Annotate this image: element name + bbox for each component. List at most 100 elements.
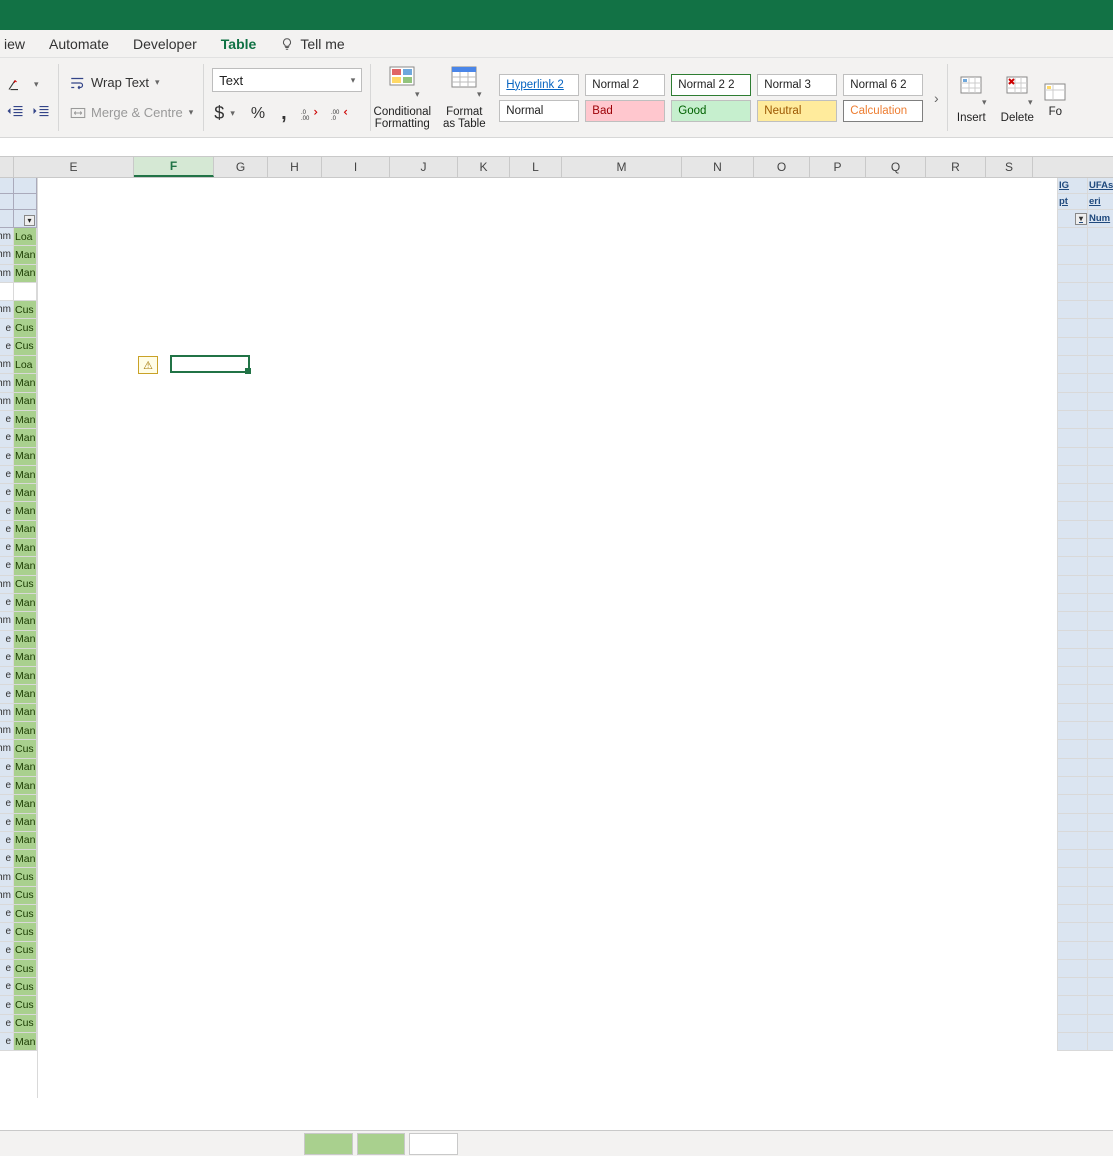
row-cell-a[interactable]: hm <box>0 868 14 886</box>
filter-icon[interactable]: ▾ <box>24 215 35 226</box>
table-cell[interactable] <box>1087 631 1113 649</box>
table-cell[interactable] <box>1087 356 1113 374</box>
table-cell[interactable] <box>1057 539 1087 557</box>
row-cell-a[interactable]: hm <box>0 301 14 319</box>
table-cell[interactable] <box>1057 576 1087 594</box>
table-cell[interactable] <box>1057 814 1087 832</box>
table-cell[interactable] <box>1087 502 1113 520</box>
table-cell[interactable] <box>1087 411 1113 429</box>
column-header-R[interactable]: R <box>926 157 986 177</box>
row-cell-a[interactable]: hm <box>0 393 14 411</box>
table-cell[interactable] <box>1057 338 1087 356</box>
row-cell-b[interactable]: Cus <box>14 942 37 960</box>
table-cell[interactable] <box>1057 265 1087 283</box>
table-cell[interactable] <box>1087 704 1113 722</box>
table-cell[interactable] <box>1057 905 1087 923</box>
row-cell-a[interactable]: e <box>0 466 14 484</box>
row-cell-b[interactable]: Man <box>14 777 37 795</box>
row-cell-b[interactable]: Cus <box>14 960 37 978</box>
row-cell-a[interactable]: e <box>0 832 14 850</box>
table-cell[interactable] <box>1087 466 1113 484</box>
table-cell[interactable] <box>1087 338 1113 356</box>
row-cell-a[interactable]: e <box>0 1033 14 1051</box>
row-cell-a[interactable]: e <box>0 942 14 960</box>
row-cell-a[interactable]: e <box>0 539 14 557</box>
table-cell[interactable] <box>1057 356 1087 374</box>
table-cell[interactable] <box>1057 667 1087 685</box>
row-cell-a[interactable]: hm <box>0 228 14 246</box>
table-cell[interactable] <box>1087 246 1113 264</box>
table-cell[interactable] <box>1087 228 1113 246</box>
row-cell-a[interactable]: hm <box>0 722 14 740</box>
row-cell-b[interactable] <box>14 283 37 301</box>
row-cell-b[interactable]: Man <box>14 484 37 502</box>
row-cell-b[interactable]: Man <box>14 795 37 813</box>
table-cell[interactable] <box>1057 649 1087 667</box>
row-cell-b[interactable]: Man <box>14 759 37 777</box>
column-header-K[interactable]: K <box>458 157 510 177</box>
table-cell[interactable] <box>1087 777 1113 795</box>
cell-styles-gallery[interactable]: Hyperlink 2 Normal Normal 2 Bad Normal 2… <box>495 58 947 137</box>
increase-decimal-icon[interactable]: .0.00 <box>301 105 319 123</box>
row-cell-a[interactable]: hm <box>0 887 14 905</box>
tell-me-search[interactable]: Tell me <box>268 32 356 56</box>
number-format-select[interactable]: Text ▾ <box>212 68 362 92</box>
increase-indent-icon[interactable] <box>32 102 50 120</box>
table-cell[interactable] <box>1057 832 1087 850</box>
chevron-down-icon[interactable]: ▾ <box>189 107 194 118</box>
row-cell-a[interactable]: e <box>0 667 14 685</box>
style-normal-2-2[interactable]: Normal 2 2 <box>671 74 751 96</box>
table-cell[interactable] <box>1057 704 1087 722</box>
tab-developer[interactable]: Developer <box>121 32 209 56</box>
frozen-header-cell[interactable]: IG <box>1057 178 1087 194</box>
row-cell-a[interactable]: e <box>0 905 14 923</box>
column-header-O[interactable]: O <box>754 157 810 177</box>
row-cell-b[interactable]: Cus <box>14 923 37 941</box>
table-cell[interactable] <box>1087 319 1113 337</box>
row-cell-a[interactable]: e <box>0 978 14 996</box>
row-cell-a[interactable]: e <box>0 814 14 832</box>
row-cell-a[interactable]: e <box>0 649 14 667</box>
table-cell[interactable] <box>1057 301 1087 319</box>
table-cell[interactable] <box>1087 887 1113 905</box>
table-cell[interactable] <box>1087 868 1113 886</box>
style-hyperlink-2[interactable]: Hyperlink 2 <box>499 74 579 96</box>
table-cell[interactable] <box>1087 960 1113 978</box>
table-cell[interactable] <box>1087 484 1113 502</box>
table-cell[interactable] <box>1087 905 1113 923</box>
comma-format-button[interactable]: , <box>279 100 289 127</box>
table-cell[interactable] <box>1057 228 1087 246</box>
table-cell[interactable] <box>1057 448 1087 466</box>
column-header-M[interactable]: M <box>562 157 682 177</box>
row-cell-a[interactable]: e <box>0 502 14 520</box>
table-cell[interactable] <box>1057 978 1087 996</box>
row-cell-b[interactable]: Man <box>14 448 37 466</box>
row-cell-b[interactable]: Man <box>14 502 37 520</box>
row-cell-b[interactable]: Man <box>14 1033 37 1051</box>
table-cell[interactable] <box>1087 265 1113 283</box>
row-cell-a[interactable]: e <box>0 557 14 575</box>
table-cell[interactable] <box>1087 1033 1113 1051</box>
column-header-H[interactable]: H <box>268 157 322 177</box>
style-normal-2[interactable]: Normal 2 <box>585 74 665 96</box>
row-cell-a[interactable]: e <box>0 319 14 337</box>
table-cell[interactable] <box>1057 759 1087 777</box>
table-cell[interactable] <box>1087 539 1113 557</box>
column-header-S[interactable]: S <box>986 157 1033 177</box>
table-cell[interactable] <box>1057 429 1087 447</box>
row-cell-a[interactable]: hm <box>0 740 14 758</box>
row-cell-a[interactable]: hm <box>0 576 14 594</box>
column-header-E[interactable]: E <box>14 157 134 177</box>
table-cell[interactable] <box>1057 960 1087 978</box>
row-cell-a[interactable]: e <box>0 338 14 356</box>
row-cell-a[interactable]: e <box>0 429 14 447</box>
row-cell-b[interactable]: Man <box>14 850 37 868</box>
table-cell[interactable] <box>1087 612 1113 630</box>
row-cell-a[interactable]: hm <box>0 356 14 374</box>
row-cell-b[interactable]: Man <box>14 832 37 850</box>
row-cell-b[interactable]: Man <box>14 411 37 429</box>
table-cell[interactable] <box>1087 594 1113 612</box>
table-cell[interactable] <box>1087 429 1113 447</box>
select-all-corner[interactable] <box>0 157 14 177</box>
row-cell-b[interactable]: Man <box>14 374 37 392</box>
